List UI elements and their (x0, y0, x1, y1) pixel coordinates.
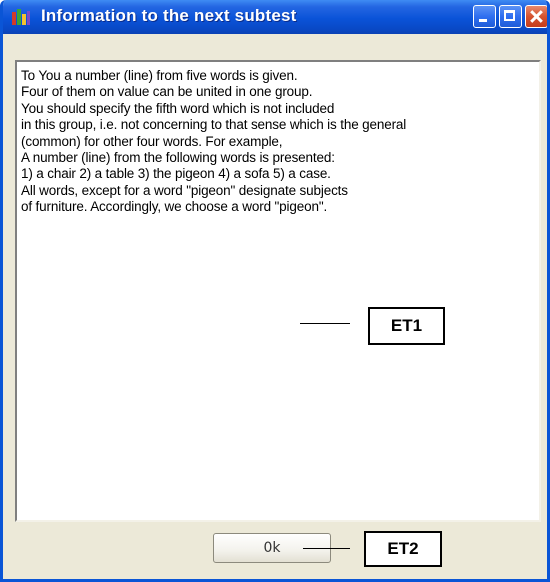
minimize-button[interactable] (473, 5, 496, 28)
app-icon (12, 9, 30, 25)
info-text-line: (common) for other four words. For examp… (21, 133, 283, 149)
window-title: Information to the next subtest (41, 6, 297, 25)
maximize-button[interactable] (499, 5, 522, 28)
info-text-line: A number (line) from the following words… (21, 150, 335, 166)
info-text: To You a number (line) from five words i… (21, 68, 535, 216)
info-text-line: in this group, i.e. not concerning to th… (21, 117, 407, 133)
info-text-line: of furniture. Accordingly, we choose a w… (21, 199, 328, 215)
info-text-area[interactable]: To You a number (line) from five words i… (15, 60, 541, 522)
title-bar[interactable]: Information to the next subtest (3, 0, 547, 34)
info-text-line: Four of them on value can be united in o… (21, 84, 313, 100)
et2-callout-line (303, 548, 350, 549)
et1-callout-line (300, 323, 350, 324)
close-button[interactable] (525, 5, 547, 28)
dialog-window: Information to the next subtest To You a… (0, 0, 550, 582)
et1-label: ET1 (368, 307, 445, 345)
info-text-line: All words, except for a word "pigeon" de… (21, 182, 348, 198)
info-text-line: To You a number (line) from five words i… (21, 68, 298, 83)
info-text-line: 1) a chair 2) a table 3) the pigeon 4) a… (21, 166, 331, 182)
info-text-line: You should specify the fifth word which … (21, 100, 335, 116)
et2-label: ET2 (364, 531, 442, 567)
